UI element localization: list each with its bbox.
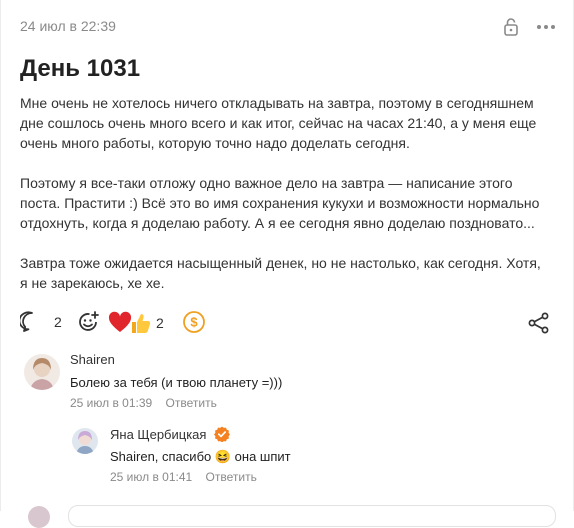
comment-input[interactable]	[68, 505, 556, 527]
comment-text-part: Shairen, спасибо	[110, 449, 215, 464]
comment-meta: 25 июл в 01:39 Ответить	[70, 396, 217, 410]
comment-meta: 25 июл в 01:41 Ответить	[110, 470, 257, 484]
post-date: 24 июл в 22:39	[20, 18, 116, 34]
comment-time: 25 июл в 01:41	[110, 470, 193, 484]
donate-button[interactable]: $	[182, 310, 206, 334]
verified-badge-icon	[214, 426, 231, 443]
reactions-count: 2	[156, 315, 164, 331]
comment-author-wrap: Яна Щербицкая	[110, 426, 231, 443]
comment-author[interactable]: Shairen	[70, 352, 115, 367]
share-icon[interactable]	[528, 312, 550, 334]
lock-icon[interactable]	[502, 17, 520, 37]
add-reaction-button[interactable]	[76, 310, 100, 334]
more-dots-icon[interactable]	[536, 17, 556, 37]
comment-time: 25 июл в 01:39	[70, 396, 153, 410]
post-paragraph: Завтра тоже ожидается насыщенный денек, …	[20, 255, 541, 291]
laughing-emoji: 😆	[214, 449, 232, 464]
avatar	[28, 506, 50, 528]
comment-bubble-icon	[20, 311, 33, 332]
comment-author[interactable]: Яна Щербицкая	[110, 427, 206, 442]
avatar[interactable]	[72, 428, 98, 454]
coin-icon: $	[183, 311, 205, 333]
post-paragraph: Мне очень не хотелось ничего откладывать…	[20, 95, 537, 151]
reply-button[interactable]: Ответить	[166, 396, 217, 410]
thumbs-up-emoji	[132, 314, 151, 333]
post-title: День 1031	[20, 55, 141, 82]
comments-count: 2	[54, 314, 62, 330]
comment-text-part: она шпит	[231, 449, 291, 464]
add-reaction-icon	[79, 311, 99, 331]
heart-emoji	[108, 311, 132, 332]
avatar[interactable]	[24, 354, 60, 390]
comment-text: Болею за тебя (и твою планету =)))	[70, 375, 283, 390]
comments-button[interactable]: 2	[20, 310, 62, 334]
svg-text:$: $	[190, 315, 198, 330]
post-paragraph: Поэтому я все-таки отложу одно важное де…	[20, 175, 540, 231]
post-actions: 2 2 $	[20, 310, 554, 336]
reply-button[interactable]: Ответить	[206, 470, 257, 484]
comment-text: Shairen, спасибо 😆 она шпит	[110, 449, 291, 465]
reactions-button[interactable]: 2	[108, 310, 164, 336]
reaction-emojis	[108, 311, 151, 333]
